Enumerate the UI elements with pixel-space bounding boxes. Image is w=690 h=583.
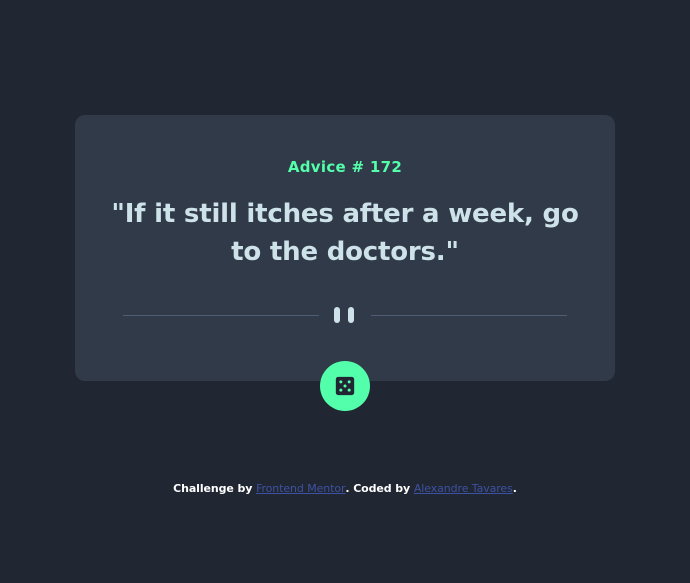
- page: Advice # 172 "If it still itches after a…: [0, 0, 690, 583]
- dice-icon: [335, 376, 355, 396]
- divider: [123, 306, 567, 324]
- generate-advice-button[interactable]: [320, 361, 370, 411]
- divider-line-right: [371, 315, 567, 316]
- frontend-mentor-link[interactable]: Frontend Mentor: [256, 482, 345, 495]
- attribution-middle: . Coded by: [345, 482, 414, 495]
- author-link[interactable]: Alexandre Tavares: [414, 482, 513, 495]
- advice-id-label: Advice # 172: [287, 158, 403, 176]
- advice-card: Advice # 172 "If it still itches after a…: [75, 115, 615, 381]
- divider-line-left: [123, 315, 319, 316]
- attribution-suffix: .: [512, 482, 517, 495]
- pause-icon: [334, 307, 356, 323]
- attribution-prefix: Challenge by: [173, 482, 257, 495]
- advice-quote: "If it still itches after a week, go to …: [111, 199, 579, 267]
- attribution: Challenge by Frontend Mentor. Coded by A…: [0, 482, 690, 495]
